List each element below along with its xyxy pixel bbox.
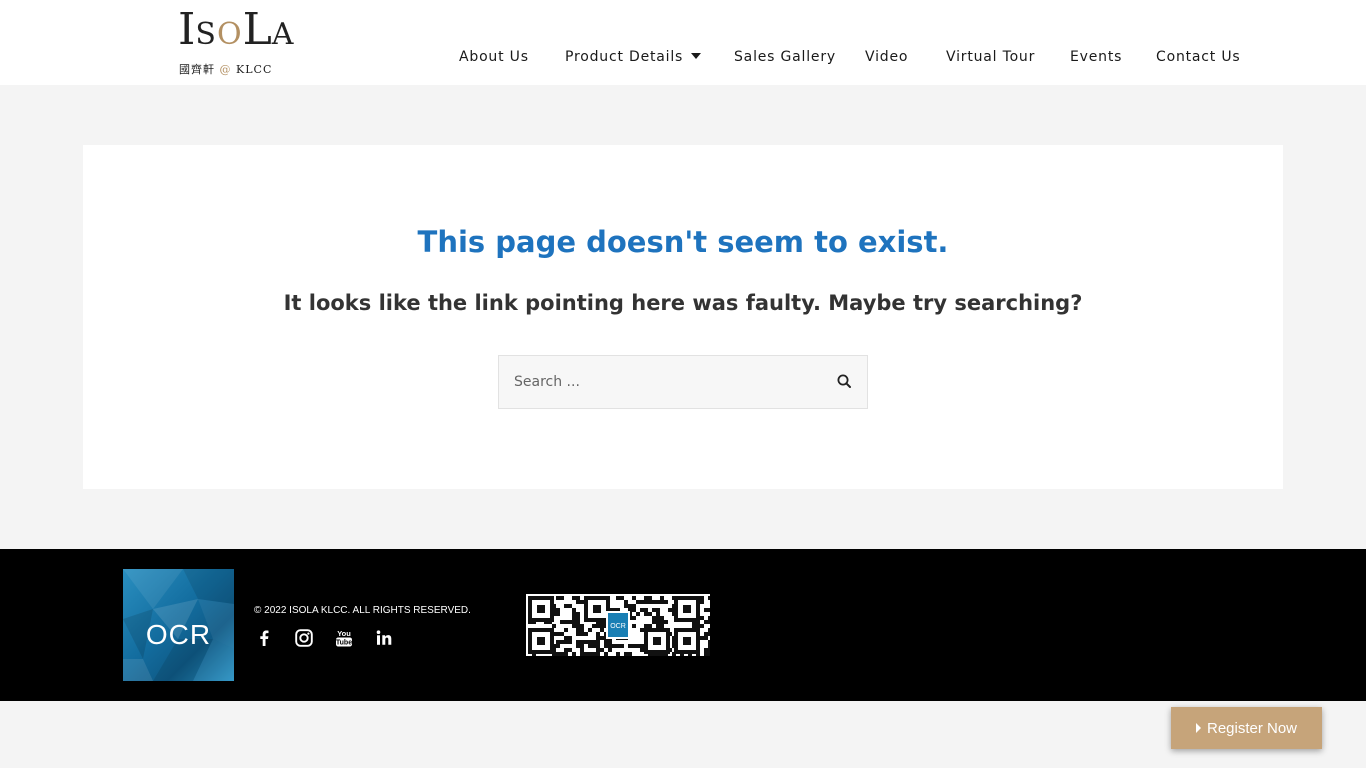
- youtube-icon[interactable]: You Tube: [333, 627, 355, 649]
- search-input[interactable]: [499, 356, 819, 408]
- site-header: ISOLA 國齊軒 @ KLCC About Us Product Detail…: [0, 0, 1366, 85]
- svg-text:Tube: Tube: [336, 640, 352, 647]
- chevron-down-icon: [691, 53, 702, 59]
- site-footer: OCR © 2022 ISOLA KLCC. ALL RIGHTS RESERV…: [0, 549, 1366, 701]
- register-now-button[interactable]: Register Now: [1171, 707, 1322, 749]
- nav-sales-gallery[interactable]: Sales Gallery: [734, 49, 836, 65]
- facebook-icon[interactable]: [253, 627, 275, 649]
- nav-contact-us[interactable]: Contact Us: [1156, 49, 1240, 65]
- copyright-text: © 2022 ISOLA KLCC. ALL RIGHTS RESERVED.: [254, 605, 471, 616]
- nav-video[interactable]: Video: [865, 49, 908, 65]
- qr-code[interactable]: OCR: [526, 594, 710, 656]
- nav-product-details[interactable]: Product Details: [565, 49, 702, 65]
- ocr-logo-text: OCR: [145, 619, 212, 650]
- qr-center-logo: OCR: [606, 611, 630, 639]
- nav-events[interactable]: Events: [1070, 49, 1122, 65]
- main-nav: About Us Product Details Sales Gallery V…: [0, 49, 1366, 71]
- linkedin-icon[interactable]: [373, 627, 395, 649]
- register-now-label: Register Now: [1206, 719, 1298, 737]
- nav-about-us[interactable]: About Us: [459, 49, 529, 65]
- search-icon[interactable]: [835, 372, 855, 392]
- ocr-logo[interactable]: OCR: [123, 569, 234, 681]
- svg-text:You: You: [337, 629, 351, 638]
- error-message: It looks like the link pointing here was…: [283, 291, 1083, 315]
- caret-right-icon: [1195, 723, 1201, 733]
- instagram-icon[interactable]: [293, 627, 315, 649]
- error-card: This page doesn't seem to exist. It look…: [83, 145, 1283, 489]
- search-form: [498, 355, 868, 409]
- nav-virtual-tour[interactable]: Virtual Tour: [946, 49, 1035, 65]
- page-title: This page doesn't seem to exist.: [417, 225, 949, 259]
- logo-wordmark: ISOLA: [178, 4, 295, 55]
- nav-product-details-label: Product Details: [565, 49, 684, 65]
